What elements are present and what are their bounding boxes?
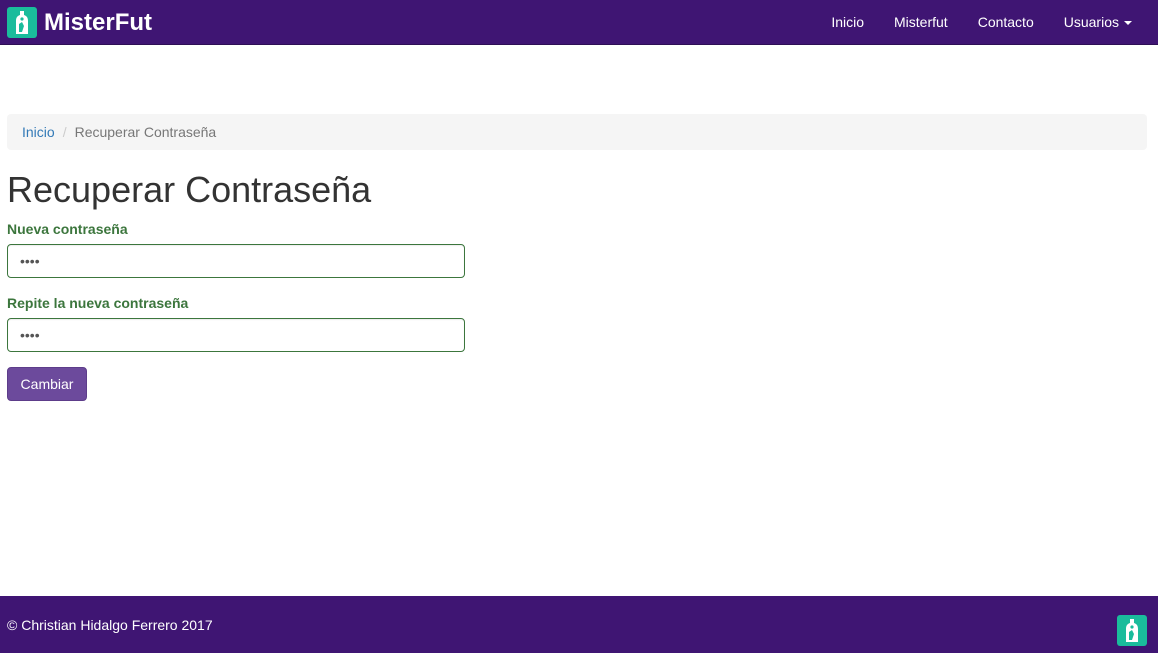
repeat-password-field[interactable] (7, 318, 465, 352)
nav-item-usuarios: Usuarios (1049, 3, 1147, 42)
nav-link-contacto[interactable]: Contacto (963, 3, 1049, 42)
caret-down-icon (1124, 21, 1132, 26)
brand-link[interactable]: MisterFut (7, 7, 152, 38)
navbar: MisterFut Inicio Misterfut Contacto Usua… (0, 0, 1158, 45)
footer: © Christian Hidalgo Ferrero 2017 (0, 596, 1158, 653)
repeat-password-label: Repite la nueva contraseña (7, 295, 189, 311)
page-title: Recuperar Contraseña (7, 169, 372, 210)
nav-item-contacto: Contacto (963, 3, 1049, 42)
new-password-label: Nueva contraseña (7, 221, 128, 237)
bottle-logo-icon (7, 7, 37, 38)
nav-dropdown-usuarios[interactable]: Usuarios (1049, 3, 1147, 42)
nav-item-misterfut: Misterfut (879, 3, 963, 42)
nav-dropdown-label: Usuarios (1063, 14, 1119, 30)
nav-link-inicio[interactable]: Inicio (816, 3, 879, 42)
bottle-logo-icon (1117, 615, 1147, 646)
nav-link-misterfut[interactable]: Misterfut (879, 3, 963, 42)
change-password-button[interactable]: Cambiar (7, 367, 87, 401)
breadcrumb-separator: / (62, 124, 67, 140)
footer-copyright: © Christian Hidalgo Ferrero 2017 (7, 617, 213, 633)
brand-title: MisterFut (44, 9, 152, 36)
breadcrumb-current: Recuperar Contraseña (74, 124, 217, 140)
main-nav: Inicio Misterfut Contacto Usuarios (816, 0, 1147, 45)
nav-item-inicio: Inicio (816, 3, 879, 42)
breadcrumb: Inicio / Recuperar Contraseña (7, 114, 1147, 150)
new-password-field[interactable] (7, 244, 465, 278)
breadcrumb-home-link[interactable]: Inicio (22, 124, 55, 140)
